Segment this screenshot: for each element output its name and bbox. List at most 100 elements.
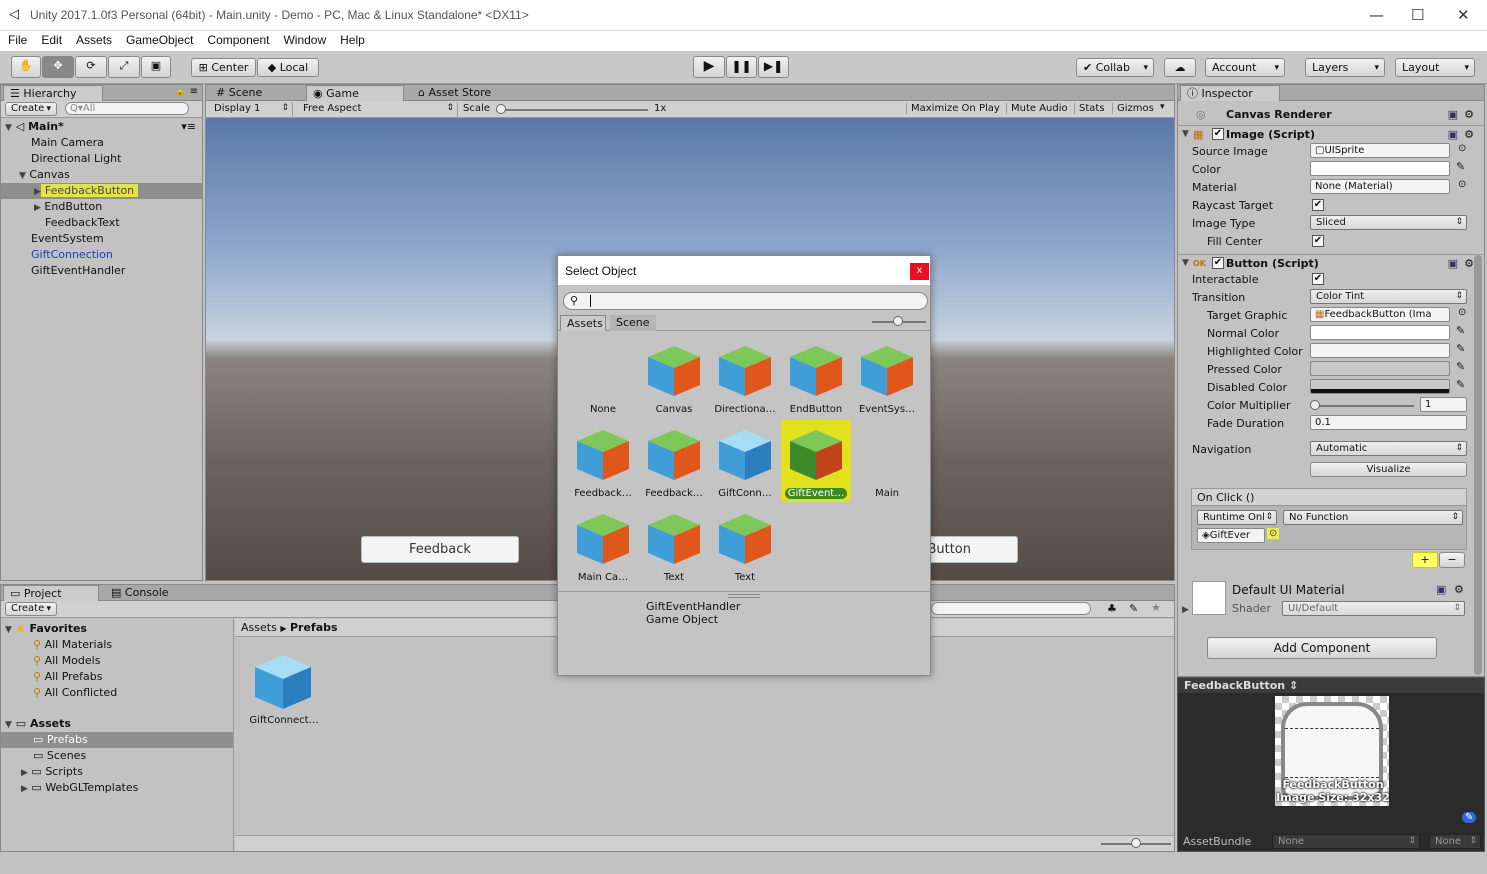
- source-image-field[interactable]: ▢UISprite: [1310, 143, 1450, 158]
- lock-icon[interactable]: 🔒: [175, 87, 186, 97]
- gizmos-arrow-icon[interactable]: ▾: [1160, 102, 1165, 112]
- breadcrumb-prefabs[interactable]: Prefabs: [290, 621, 338, 634]
- dialog-item[interactable]: None: [568, 336, 638, 418]
- visualize-button[interactable]: Visualize: [1310, 462, 1467, 477]
- menu-window[interactable]: Window: [275, 31, 332, 47]
- scale-tool-button[interactable]: ⤢: [108, 56, 140, 78]
- maximize-icon[interactable]: ☐: [1411, 6, 1424, 24]
- canvas-renderer-header[interactable]: ◎ Canvas Renderer ▣ ⚙: [1178, 106, 1484, 123]
- cloud-button[interactable]: ☁: [1164, 58, 1196, 77]
- help-icon[interactable]: ▣: [1448, 106, 1458, 123]
- color-field[interactable]: [1310, 161, 1450, 176]
- mute-audio-toggle[interactable]: Mute Audio: [1006, 103, 1068, 114]
- scene-root[interactable]: ▼ ◁ Main* ▾≡: [1, 119, 202, 135]
- button-enabled-checkbox[interactable]: ✔: [1212, 257, 1224, 269]
- button-script-header[interactable]: ▼ OK ✔ Button (Script) ▣ ⚙: [1178, 254, 1484, 271]
- help-icon[interactable]: ▣: [1436, 583, 1446, 596]
- collapse-icon[interactable]: ▶: [1182, 605, 1189, 615]
- folder-webgltemplates[interactable]: ▶ ▭ WebGLTemplates: [1, 780, 233, 796]
- rotate-tool-button[interactable]: ⟳: [75, 56, 107, 78]
- fav-all-conflicted[interactable]: ⚲ All Conflicted: [1, 685, 233, 701]
- gear-icon[interactable]: ⚙: [1464, 255, 1474, 272]
- eyedropper-icon[interactable]: ✎: [1456, 360, 1465, 373]
- menu-file[interactable]: File: [0, 31, 33, 47]
- onclick-object-field[interactable]: ◈GiftEver: [1197, 528, 1265, 543]
- tab-game[interactable]: ◉ Game: [306, 85, 404, 101]
- material-field[interactable]: None (Material): [1310, 179, 1450, 194]
- minimize-icon[interactable]: —: [1369, 6, 1384, 24]
- account-button[interactable]: Account: [1205, 58, 1285, 77]
- close-icon[interactable]: ✕: [1457, 6, 1470, 24]
- inspector-scrollbar[interactable]: [1474, 255, 1482, 675]
- dialog-item[interactable]: Main Ca…: [568, 504, 638, 586]
- hierarchy-item-eventsystem[interactable]: EventSystem: [1, 231, 202, 247]
- hierarchy-item-directional-light[interactable]: Directional Light: [1, 151, 202, 167]
- raycast-target-checkbox[interactable]: ✔: [1312, 199, 1324, 211]
- maximize-on-play-toggle[interactable]: Maximize On Play: [906, 103, 1000, 114]
- gizmos-dropdown[interactable]: Gizmos: [1112, 103, 1154, 114]
- eyedropper-icon[interactable]: ✎: [1456, 342, 1465, 355]
- dialog-item[interactable]: GiftConn…: [710, 420, 780, 502]
- eyedropper-icon[interactable]: ✎: [1456, 324, 1465, 337]
- icon-size-slider-thumb[interactable]: [1131, 838, 1141, 848]
- favorites-header[interactable]: ▼ ★ Favorites: [1, 621, 233, 637]
- hierarchy-create-button[interactable]: Create: [5, 102, 57, 116]
- fade-duration-input[interactable]: 0.1: [1310, 415, 1467, 430]
- highlighted-color-field[interactable]: [1310, 343, 1450, 358]
- interactable-checkbox[interactable]: ✔: [1312, 273, 1324, 285]
- dialog-item[interactable]: Feedback…: [639, 420, 709, 502]
- dialog-item[interactable]: Text: [710, 504, 780, 586]
- project-search-input[interactable]: [931, 602, 1091, 615]
- step-button[interactable]: ▶❚: [758, 56, 789, 78]
- navigation-dropdown[interactable]: Automatic: [1310, 441, 1467, 456]
- dialog-item[interactable]: Feedback…: [568, 420, 638, 502]
- gear-icon[interactable]: ⚙: [1464, 106, 1474, 123]
- object-picker-icon[interactable]: ⊙: [1458, 143, 1466, 154]
- folder-prefabs[interactable]: ▭ Prefabs: [1, 732, 233, 748]
- preview-header[interactable]: FeedbackButton ⇕: [1178, 678, 1484, 693]
- object-picker-icon[interactable]: ⊙: [1267, 528, 1280, 539]
- hierarchy-item-main-camera[interactable]: Main Camera: [1, 135, 202, 151]
- shader-dropdown[interactable]: UI/Default: [1282, 601, 1465, 616]
- folder-scenes[interactable]: ▭ Scenes: [1, 748, 233, 764]
- image-enabled-checkbox[interactable]: ✔: [1212, 128, 1224, 140]
- project-create-button[interactable]: Create: [5, 602, 57, 616]
- color-multiplier-slider-thumb[interactable]: [1310, 400, 1320, 410]
- pause-button[interactable]: ❚❚: [726, 56, 757, 78]
- dialog-item[interactable]: Canvas: [639, 336, 709, 418]
- normal-color-field[interactable]: [1310, 325, 1450, 340]
- eyedropper-icon[interactable]: ✎: [1456, 378, 1465, 391]
- dialog-item[interactable]: Main: [852, 420, 922, 502]
- hierarchy-item-feedbackbutton[interactable]: ▶ FeedbackButton: [1, 183, 202, 199]
- fav-all-prefabs[interactable]: ⚲ All Prefabs: [1, 669, 233, 685]
- add-component-button[interactable]: Add Component: [1207, 637, 1437, 659]
- assetbundle-dropdown[interactable]: None: [1272, 834, 1420, 849]
- help-icon[interactable]: ▣: [1448, 255, 1458, 272]
- image-script-header[interactable]: ▼ ▦ ✔ Image (Script) ▣ ⚙: [1178, 125, 1484, 142]
- object-picker-icon[interactable]: ⊙: [1458, 307, 1466, 318]
- zoom-slider-thumb[interactable]: [893, 316, 903, 326]
- tab-hierarchy[interactable]: ☰ Hierarchy: [3, 85, 103, 101]
- breadcrumb-assets[interactable]: Assets: [241, 621, 277, 634]
- scene-menu-icon[interactable]: ▾≡: [181, 119, 196, 135]
- tab-asset-store[interactable]: ⌂ Asset Store: [412, 85, 512, 101]
- gear-icon[interactable]: ⚙: [1454, 583, 1464, 596]
- panel-menu-icon[interactable]: ≡: [190, 86, 198, 97]
- disabled-color-field[interactable]: [1310, 379, 1450, 394]
- menu-component[interactable]: Component: [199, 31, 275, 47]
- feedback-ui-button[interactable]: Feedback: [361, 536, 519, 563]
- play-button[interactable]: ▶: [693, 56, 725, 78]
- dialog-item[interactable]: Text: [639, 504, 709, 586]
- asset-giftconnection[interactable]: GiftConnect…: [249, 653, 319, 733]
- layers-button[interactable]: Layers: [1305, 58, 1385, 77]
- tab-console[interactable]: ▤ Console: [105, 585, 195, 601]
- menu-edit[interactable]: Edit: [33, 31, 68, 47]
- collab-button[interactable]: ✔ Collab: [1076, 58, 1154, 77]
- tab-inspector[interactable]: ⓘ Inspector: [1180, 85, 1280, 101]
- object-picker-icon[interactable]: ⊙: [1458, 179, 1466, 190]
- folder-scripts[interactable]: ▶ ▭ Scripts: [1, 764, 233, 780]
- drag-handle-icon[interactable]: ⇕: [1289, 679, 1298, 692]
- hierarchy-item-gifteventhandler[interactable]: GiftEventHandler: [1, 263, 202, 279]
- hierarchy-item-feedbacktext[interactable]: FeedbackText: [1, 215, 202, 231]
- tab-dialog-scene[interactable]: Scene: [610, 315, 656, 331]
